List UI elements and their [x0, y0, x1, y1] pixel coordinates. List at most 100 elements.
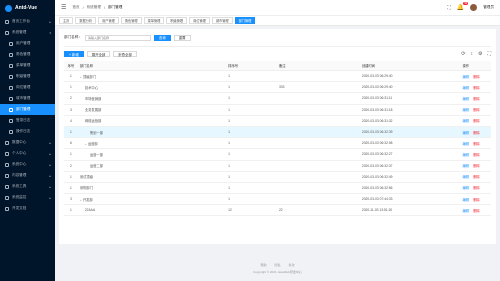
column-setting-icon[interactable]: ⚙ [478, 51, 482, 57]
copyright: Copyright © 2021 JavaWeb研发中心 [253, 270, 302, 274]
table-row[interactable]: 2 市场营销部 1 2020-03-03 06:31:11 编辑 删除 [64, 92, 491, 105]
table-row[interactable]: 1 策划一部 1 2020-03-03 06:32:39 编辑 删除 [64, 126, 491, 139]
delete-link[interactable]: 删除 [473, 119, 480, 123]
table-row[interactable]: 2 运营二部 1 2020-03-03 06:32:37 编辑 删除 [64, 160, 491, 172]
delete-link[interactable]: 删除 [473, 186, 480, 190]
app-logo[interactable]: Antd-Vue [0, 0, 55, 16]
cell-actions: 编辑 删除 [460, 204, 491, 217]
rank-icon [9, 74, 13, 79]
sidebar-item[interactable]: 城市管理 [0, 93, 55, 104]
sidebar-item[interactable]: 系统监控 ▸ [0, 192, 55, 203]
search-button[interactable]: 查询 [153, 34, 171, 41]
tab-item[interactable]: 数据分析 [75, 17, 97, 24]
sidebar-item[interactable]: 角色管理 [0, 49, 55, 60]
edit-link[interactable]: 编辑 [463, 186, 470, 190]
home-icon [5, 19, 9, 24]
delete-link[interactable]: 删除 [473, 164, 480, 168]
sidebar-item[interactable]: 操作日志 [0, 126, 55, 137]
app-title: Antd-Vue [15, 5, 38, 11]
delete-link[interactable]: 删除 [473, 153, 480, 157]
table-row[interactable]: 1 +顶级部门 1 2020-03-03 06:29:40 编辑 删除 [64, 70, 491, 83]
sidebar-item[interactable]: 内容管理 ▸ [0, 170, 55, 181]
sidebar-item[interactable]: 登录日志 [0, 115, 55, 126]
cell-name-wrap: 技术中心 [77, 81, 227, 94]
delete-link[interactable]: 删除 [473, 75, 480, 79]
expand-all-button[interactable]: 展开全部 [86, 51, 111, 57]
tab-item[interactable]: 部门管理 [234, 17, 256, 24]
dept-name-input[interactable] [84, 34, 151, 41]
delete-link[interactable]: 删除 [473, 142, 480, 146]
table-row[interactable]: 1 运营一部 1 2020-03-03 06:32:27 编辑 删除 [64, 148, 491, 161]
team-icon [9, 52, 13, 57]
edit-link[interactable]: 编辑 [463, 153, 470, 157]
user-name[interactable]: 管理员 [483, 5, 494, 10]
delete-link[interactable]: 删除 [473, 108, 480, 112]
table-row[interactable]: 6 +运营部 1 2020-03-03 06:32:08 编辑 删除 [64, 137, 491, 150]
city-icon [9, 96, 13, 101]
delete-link[interactable]: 删除 [473, 209, 480, 213]
tab-item[interactable]: 菜单管理 [143, 17, 165, 24]
sidebar-item[interactable]: 开发文档 [0, 203, 55, 214]
cell-no: 6 [64, 137, 78, 150]
delete-link[interactable]: 删除 [473, 97, 480, 101]
footer-link[interactable]: 条款 [289, 263, 295, 267]
edit-link[interactable]: 编辑 [463, 75, 470, 79]
sidebar-item[interactable]: 系统管理 ▾ [0, 27, 55, 38]
edit-link[interactable]: 编辑 [463, 108, 470, 112]
edit-link[interactable]: 编辑 [463, 131, 470, 135]
tab-item[interactable]: 角色管理 [120, 17, 142, 24]
tab-item[interactable]: 职级管理 [166, 17, 188, 24]
edit-link[interactable]: 编辑 [463, 97, 470, 101]
edit-link[interactable]: 编辑 [463, 86, 470, 90]
table-row[interactable]: 4 网络运营部 1 2020-03-03 06:31:32 编辑 删除 [64, 115, 491, 127]
sidebar-item[interactable]: 系统中心 ▸ [0, 159, 55, 170]
footer-link[interactable]: 帮助 [260, 263, 266, 267]
breadcrumb-item[interactable]: 首页 [72, 5, 79, 10]
delete-link[interactable]: 删除 [473, 86, 480, 90]
table-row[interactable]: 3 +开发部 1 2020-03-03 07:44:33 编辑 删除 [64, 193, 491, 206]
sidebar-item[interactable]: 部门管理 [0, 104, 55, 115]
delete-link[interactable]: 删除 [473, 198, 480, 202]
density-icon[interactable]: ↕ [471, 51, 474, 57]
cell-time: 2020-03-03 06:32:39 [359, 126, 461, 139]
sidebar-item[interactable]: 首页工作台 ▸ [0, 16, 55, 27]
reset-button[interactable]: 重置 [173, 34, 191, 41]
tab-item[interactable]: 城市管理 [211, 17, 233, 24]
tab-item[interactable]: 主页 [59, 17, 74, 24]
notification-bell-icon[interactable]: 🔔 99 [457, 2, 469, 11]
menu-fold-icon[interactable]: ☰ [61, 4, 66, 11]
add-button[interactable]: + 新增 [64, 51, 84, 57]
table-row[interactable]: 1 技术中心 1 333 2020-03-03 06:29:40 编辑 删除 [64, 81, 491, 94]
edit-link[interactable]: 编辑 [463, 209, 470, 213]
footer-link[interactable]: 隐私 [274, 263, 280, 267]
sidebar-item[interactable]: 数据中心 ▸ [0, 137, 55, 148]
sidebar-item[interactable]: 系统工具 ▸ [0, 181, 55, 192]
delete-link[interactable]: 删除 [473, 131, 480, 135]
table-row[interactable]: 1 22AAA 12 22 2020-11-03 13:51:20 编辑 删除 [64, 204, 491, 217]
edit-link[interactable]: 编辑 [463, 119, 470, 123]
sidebar-item[interactable]: 菜单管理 [0, 60, 55, 71]
sidebar-item[interactable]: 用户管理 [0, 38, 55, 49]
setting-icon [5, 30, 9, 35]
table-row[interactable]: 3 业务发展部 1 2020-03-03 06:31:18 编辑 删除 [64, 104, 491, 116]
tab-item[interactable]: 用户管理 [98, 17, 119, 24]
edit-link[interactable]: 编辑 [463, 164, 470, 168]
breadcrumb-item[interactable]: 系统管理 [87, 5, 101, 10]
cell-no: 3 [64, 104, 78, 116]
cell-no: 4 [64, 115, 78, 127]
fullscreen-icon[interactable]: ⛶ [447, 5, 451, 11]
tab-item[interactable]: 岗位管理 [189, 17, 210, 24]
edit-link[interactable]: 编辑 [463, 175, 470, 179]
collapse-all-button[interactable]: 折叠全部 [113, 51, 137, 57]
sidebar-item[interactable]: 职级管理 [0, 71, 55, 82]
edit-link[interactable]: 编辑 [463, 142, 470, 146]
table-row[interactable]: 1 采购部门 1 2020-03-03 06:32:56 编辑 删除 [64, 182, 491, 195]
sidebar-item[interactable]: 岗位管理 [0, 82, 55, 93]
delete-link[interactable]: 删除 [473, 175, 480, 179]
fullscreen-table-icon[interactable]: ⛶ [487, 51, 491, 57]
refresh-icon[interactable]: ⟳ [461, 51, 465, 57]
table-row[interactable]: 1 测试顶级 1 2020-03-03 06:32:49 编辑 删除 [64, 171, 491, 183]
sidebar-item[interactable]: 个人中心 ▸ [0, 148, 55, 159]
edit-link[interactable]: 编辑 [463, 198, 470, 202]
avatar[interactable] [470, 4, 478, 11]
